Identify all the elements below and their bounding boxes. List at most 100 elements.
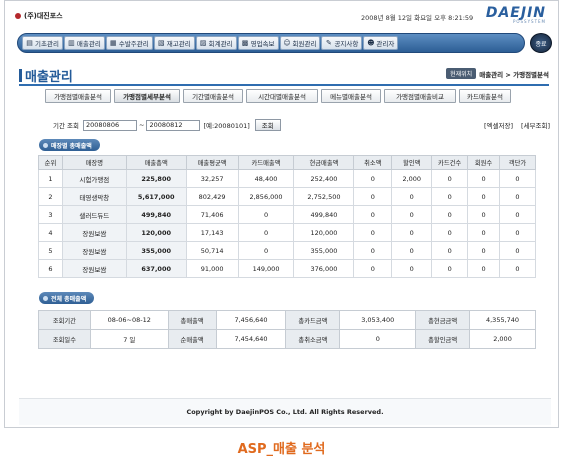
table-cell: 802,429 xyxy=(185,187,239,206)
bullet-icon xyxy=(15,13,21,19)
page-title: 매출관리 xyxy=(19,66,73,85)
table-cell: 3 xyxy=(38,205,63,224)
nav-item-news[interactable]: ▩ 영업속보 xyxy=(237,36,279,50)
table-cell: 0 xyxy=(431,241,469,260)
col-header: 회원수 xyxy=(467,155,500,170)
table-cell: 0 xyxy=(467,241,500,260)
section-dot-icon xyxy=(43,142,48,148)
summary-label: 총매출액 xyxy=(167,310,217,330)
table-cell: 0 xyxy=(353,205,393,224)
table-cell: 0 xyxy=(391,187,433,206)
tab-store-detail[interactable]: 가맹점별세부분석 xyxy=(114,89,180,103)
nav-item-basic[interactable]: ▤ 기초관리 xyxy=(22,36,63,50)
nav-item-notices[interactable]: ✎ 공지사항 xyxy=(321,36,363,50)
summary-value: 7 일 xyxy=(89,329,169,349)
summary-label: 조회기간 xyxy=(38,310,91,330)
nav-item-sales[interactable]: ▥ 매출관리 xyxy=(63,36,105,50)
logout-button[interactable]: 종료 xyxy=(530,33,552,53)
table-cell: 355,000 xyxy=(293,241,355,260)
summary-value: 08-06~08-12 xyxy=(89,310,169,330)
table-cell: 0 xyxy=(499,169,536,188)
summary-value: 7,454,640 xyxy=(215,329,287,349)
table-cell: 0 xyxy=(431,187,469,206)
section-dot-icon xyxy=(43,295,48,301)
nav-label: 재고관리 xyxy=(166,40,191,48)
table-cell: 0 xyxy=(467,187,500,206)
nav-item-orders[interactable]: ▦ 수발주관리 xyxy=(105,36,153,50)
table-cell: 2,752,500 xyxy=(293,187,355,206)
table-cell: 120,000 xyxy=(125,223,187,242)
nav-item-accounting[interactable]: ▨ 회계관리 xyxy=(195,36,237,50)
image-caption: ASP_매출 분석 xyxy=(237,442,326,457)
table-row[interactable]: 6 장원보쌈 637,000 91,000 149,000 376,000 0 0 0 0 0 xyxy=(38,259,536,278)
table-row[interactable]: 3 샐러드듀드 499,840 71,406 0 499,840 0 0 0 0 0 xyxy=(38,205,536,224)
table-row[interactable]: 2 태영생막창 5,617,000 802,429 2,856,000 2,752,500… xyxy=(38,187,536,206)
summary-label: 총현금금액 xyxy=(415,310,471,330)
summary-value: 0 xyxy=(339,329,417,349)
megaphone-icon: ✎ xyxy=(326,38,332,47)
total-section-heading: 전체 총매출액 xyxy=(39,292,95,304)
table-cell: 0 xyxy=(467,259,500,278)
tab-hourly-sales[interactable]: 시간대별매출분석 xyxy=(246,89,318,103)
table-cell: 0 xyxy=(499,241,536,260)
table-cell: 499,840 xyxy=(125,205,187,224)
table-cell: 0 xyxy=(467,205,500,224)
table-cell: 0 xyxy=(431,223,469,242)
table-cell: 0 xyxy=(237,223,295,242)
table-cell: 2,856,000 xyxy=(237,187,295,206)
table-cell: 376,000 xyxy=(293,259,355,278)
nav-label: 기초관리 xyxy=(35,40,59,48)
nav-item-admin[interactable]: ☻ 관리자 xyxy=(363,36,399,50)
table-cell: 0 xyxy=(237,241,295,260)
table-row[interactable]: 4 장원보쌈 120,000 17,143 0 120,000 0 0 0 0 0 xyxy=(38,223,536,242)
nav-item-members[interactable]: ☺ 회원관리 xyxy=(279,36,321,50)
detail-view-link[interactable]: [세부조회] xyxy=(521,120,550,130)
table-cell: 0 xyxy=(499,187,536,206)
end-date-input[interactable]: 20080812 xyxy=(146,119,201,131)
copyright-text: Copyright by DaejinPOS Co., Ltd. All Rig… xyxy=(186,408,384,416)
excel-save-link[interactable]: [엑셀저장] xyxy=(484,120,513,130)
table-row[interactable]: 5 장원보쌈 355,000 50,714 0 355,000 0 0 0 0 0 xyxy=(38,241,536,260)
tab-card-sales[interactable]: 카드매출분석 xyxy=(459,89,511,103)
nav-item-inventory[interactable]: ▧ 재고관리 xyxy=(153,36,195,50)
users-icon: ☺ xyxy=(283,38,291,47)
col-header: 순위 xyxy=(38,155,63,170)
main-nav: ▤ 기초관리 ▥ 매출관리 ▦ 수발주관리 ▧ 재고관리 ▨ 회계관리 ▩ 영업속보 ☺ 회원… xyxy=(17,33,525,53)
table-cell: 시험가맹점 xyxy=(61,169,127,188)
title-marker xyxy=(19,69,22,82)
chart-icon: ▥ xyxy=(68,38,75,47)
table-cell: 5 xyxy=(38,241,63,260)
table-cell: 0 xyxy=(499,205,536,224)
summary-label: 총취소금액 xyxy=(285,329,341,349)
table-cell: 0 xyxy=(431,169,469,188)
table-row: 조회일수 7 일 순매출액 7,454,640 총취소금액 0 총할인금액 2,000 xyxy=(38,329,536,349)
date-format-hint: [예:20080101] xyxy=(203,122,250,130)
location-badge: 현재위치 xyxy=(446,68,477,79)
table-cell: 225,800 xyxy=(125,169,187,188)
table-cell: 91,000 xyxy=(185,259,239,278)
table-cell: 0 xyxy=(353,169,393,188)
col-header: 객단가 xyxy=(499,155,536,170)
summary-value: 2,000 xyxy=(469,329,536,349)
summary-value: 4,355,740 xyxy=(469,310,536,330)
start-date-input[interactable]: 20080806 xyxy=(83,119,137,131)
table-cell: 48,400 xyxy=(237,169,295,188)
table-cell: 0 xyxy=(391,259,433,278)
nav-label: 관리자 xyxy=(376,40,395,48)
search-button[interactable]: 조회 xyxy=(254,119,281,131)
breadcrumb-path: 매출관리 > 가맹점별분석 xyxy=(479,70,549,79)
store-sales-table: 순위 매장명 매출총액 매출평균액 카드매출액 현금매출액 취소액 할인액 카드… xyxy=(38,155,536,278)
top-bar: (주)대진포스 2008년 8월 12일 화요일 오후 8:21:59 DAEJ… xyxy=(5,1,558,31)
table-cell: 4 xyxy=(38,223,63,242)
tab-store-sales[interactable]: 가맹점별매출분석 xyxy=(45,89,111,103)
table-row[interactable]: 1 시험가맹점 225,800 32,257 48,400 252,400 0 2,000 0 0… xyxy=(38,169,536,188)
tab-menu-sales[interactable]: 메뉴별매출분석 xyxy=(321,89,381,103)
tab-period-sales[interactable]: 기간별매출분석 xyxy=(183,89,243,103)
tab-store-compare[interactable]: 가맹점별매출비교 xyxy=(384,89,456,103)
table-header-row: 순위 매장명 매출총액 매출평균액 카드매출액 현금매출액 취소액 할인액 카드… xyxy=(38,155,536,170)
table-cell: 0 xyxy=(499,259,536,278)
nav-label: 회계관리 xyxy=(208,40,233,48)
table-cell: 2 xyxy=(38,187,63,206)
table-cell: 0 xyxy=(467,169,500,188)
col-header: 카드건수 xyxy=(431,155,469,170)
